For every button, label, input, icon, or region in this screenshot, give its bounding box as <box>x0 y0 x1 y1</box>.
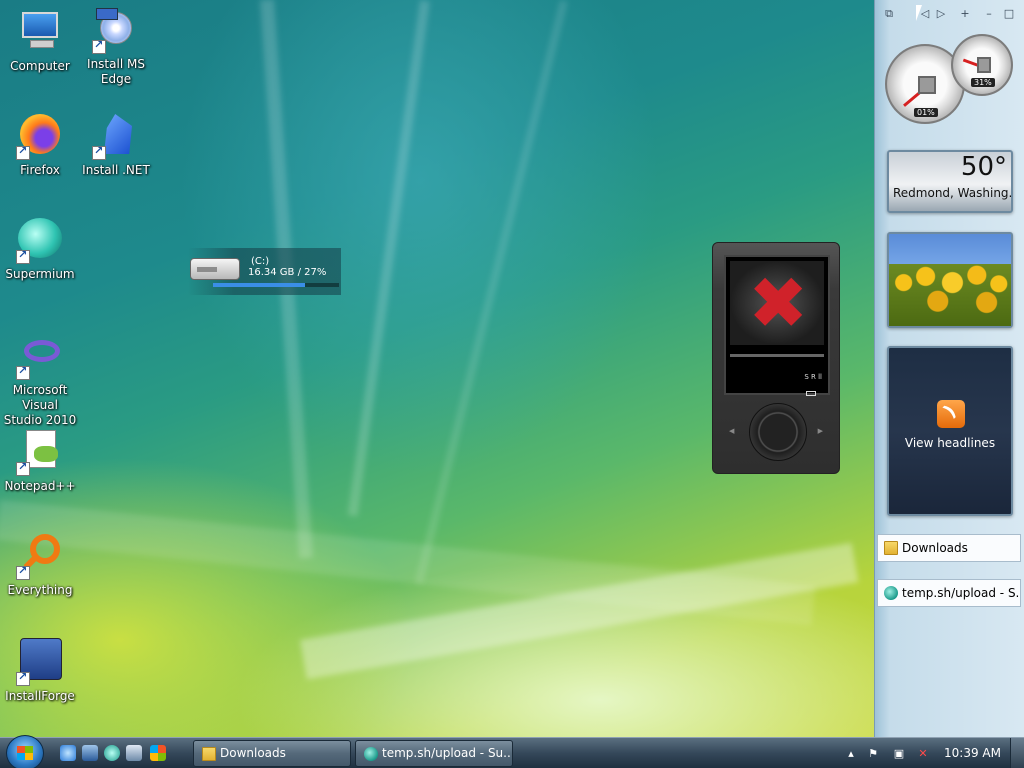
desktop-icon-label: Computer <box>10 59 70 73</box>
sidebar-window-temp-sh[interactable]: temp.sh/upload - S... <box>877 579 1021 607</box>
back-button[interactable]: ◀ <box>729 427 734 435</box>
taskbar-button-downloads[interactable]: Downloads <box>193 740 351 767</box>
taskbar-button-temp-sh[interactable]: temp.sh/upload - Su... <box>355 740 513 767</box>
desktop-icon-everything[interactable]: Everything <box>0 532 80 598</box>
cpu-percent: 01% <box>914 108 938 117</box>
drive-usage-bar <box>213 283 339 287</box>
supermium-icon <box>364 747 378 761</box>
gadget-gallery-icon[interactable]: ⧉ <box>881 6 897 22</box>
network-icon[interactable]: ▣ <box>892 747 906 761</box>
clock[interactable]: 10:39 AM <box>944 738 1001 768</box>
desktop-icon-notepadpp[interactable]: Notepad++ <box>0 428 80 494</box>
switch-windows-icon[interactable] <box>126 745 142 761</box>
windows-icon[interactable] <box>150 745 166 761</box>
show-desktop-icon[interactable] <box>82 745 98 761</box>
taskbar-button-label: temp.sh/upload - Su... <box>382 746 513 760</box>
folder-icon <box>202 747 216 761</box>
supermium-icon <box>884 586 898 600</box>
everything-search-icon <box>16 532 64 580</box>
view-headlines-link[interactable]: View headlines <box>889 436 1011 450</box>
desktop-icon-install-dotnet[interactable]: Install .NET <box>76 112 156 178</box>
desktop[interactable]: Computer Install MS Edge Firefox Install… <box>0 0 874 737</box>
sidebar-window-label: temp.sh/upload - S... <box>902 586 1021 600</box>
slideshow-image <box>889 264 1011 326</box>
shortcut-arrow-icon <box>16 144 30 160</box>
desktop-icon-visual-studio[interactable]: Microsoft Visual Studio 2010 <box>0 332 80 428</box>
desktop-icon-label: Notepad++ <box>4 479 76 493</box>
visual-studio-icon <box>16 332 64 380</box>
shortcut-arrow-icon <box>16 460 30 476</box>
windows-sidebar: ⧉ ◁ ▷ + – □ 01% 31% 50° Redmond, Washing… <box>874 0 1024 737</box>
shortcut-arrow-icon <box>16 670 30 686</box>
desktop-icon-installforge[interactable]: InstallForge <box>0 638 80 704</box>
supermium-icon <box>16 216 64 264</box>
close-sidebar-icon[interactable]: □ <box>1001 6 1017 22</box>
album-art: ✖ <box>730 261 824 345</box>
shortcut-arrow-icon <box>16 564 30 580</box>
memory-percent: 31% <box>971 78 995 87</box>
internet-explorer-icon[interactable] <box>60 745 76 761</box>
shortcut-arrow-icon <box>16 248 30 264</box>
desktop-icon-firefox[interactable]: Firefox <box>0 112 80 178</box>
desktop-icon-supermium[interactable]: Supermium <box>0 216 80 282</box>
weather-temperature: 50° <box>960 152 1007 182</box>
next-icon[interactable]: ▷ <box>933 6 949 22</box>
firefox-icon <box>16 112 64 160</box>
flag-icon[interactable]: ⚑ <box>866 747 880 761</box>
volume-muted-icon[interactable]: ✕ <box>916 747 930 761</box>
desktop-icon-label: Microsoft Visual Studio 2010 <box>3 383 77 427</box>
sidebar-window-downloads[interactable]: Downloads <box>877 534 1021 562</box>
error-x-icon: ✖ <box>748 261 809 345</box>
feed-headlines-gadget[interactable]: View headlines <box>887 346 1013 516</box>
installforge-icon <box>16 638 64 686</box>
desktop-icon-computer[interactable]: Computer <box>0 8 80 74</box>
shortcut-arrow-icon <box>92 38 106 54</box>
chevron-up-icon[interactable]: ▴ <box>844 747 858 761</box>
media-player-gadget[interactable]: ✖ S R ll ◀ ▶ <box>712 242 840 474</box>
taskbar-button-label: Downloads <box>220 746 286 760</box>
weather-location: Redmond, Washing... <box>893 186 1011 200</box>
drive-space-gadget[interactable]: (C:) 16.34 GB / 27% <box>188 248 341 295</box>
mouse-cursor-icon <box>916 5 922 21</box>
player-screen: ✖ S R ll <box>724 255 830 396</box>
shortcut-arrow-icon <box>92 144 106 160</box>
weather-gadget[interactable]: 50° Redmond, Washing... <box>887 150 1013 213</box>
drive-space-text: 16.34 GB / 27% <box>248 267 327 278</box>
rss-icon <box>937 400 965 428</box>
folder-icon <box>884 541 898 555</box>
drive-letter: (C:) <box>251 256 270 267</box>
taskbar: Downloads temp.sh/upload - Su... ▴ ⚑ ▣ ✕… <box>0 735 1024 768</box>
desktop-icon-label: Install .NET <box>82 163 150 177</box>
desktop-icon-label: Everything <box>7 583 73 597</box>
slideshow-gadget[interactable] <box>887 232 1013 328</box>
notepadpp-icon <box>16 428 64 476</box>
sidebar-window-label: Downloads <box>902 541 968 555</box>
battery-icon <box>806 391 816 396</box>
desktop-icon-label: Supermium <box>5 267 75 281</box>
system-tray: ▴ ⚑ ▣ ✕ 10:39 AM <box>840 738 1024 768</box>
cpu-meter-gadget[interactable]: 01% 31% <box>885 34 1015 129</box>
start-button[interactable] <box>6 735 44 768</box>
shortcut-arrow-icon <box>16 364 30 380</box>
add-gadget-icon[interactable]: + <box>957 6 973 22</box>
dotnet-installer-icon <box>92 112 140 160</box>
desktop-icon-label: Firefox <box>20 163 60 177</box>
desktop-icon-label: InstallForge <box>5 689 75 703</box>
supermium-icon[interactable] <box>104 745 120 761</box>
player-status-text: S R ll <box>804 373 822 381</box>
playback-progress <box>730 354 824 357</box>
windows-start-icon <box>17 746 33 760</box>
minimize-icon[interactable]: – <box>981 6 997 22</box>
play-pause-button[interactable] <box>749 403 807 461</box>
sidebar-toolbar: ⧉ ◁ ▷ + – □ <box>875 4 1024 26</box>
computer-icon <box>16 8 64 56</box>
desktop-icon-label: Install MS Edge <box>87 57 145 86</box>
hard-drive-icon <box>190 258 240 280</box>
forward-button[interactable]: ▶ <box>818 427 823 435</box>
install-cd-icon <box>92 6 140 54</box>
desktop-icon-install-ms-edge[interactable]: Install MS Edge <box>76 6 156 87</box>
show-desktop-button[interactable] <box>1010 738 1024 768</box>
memory-gauge: 31% <box>951 34 1013 96</box>
